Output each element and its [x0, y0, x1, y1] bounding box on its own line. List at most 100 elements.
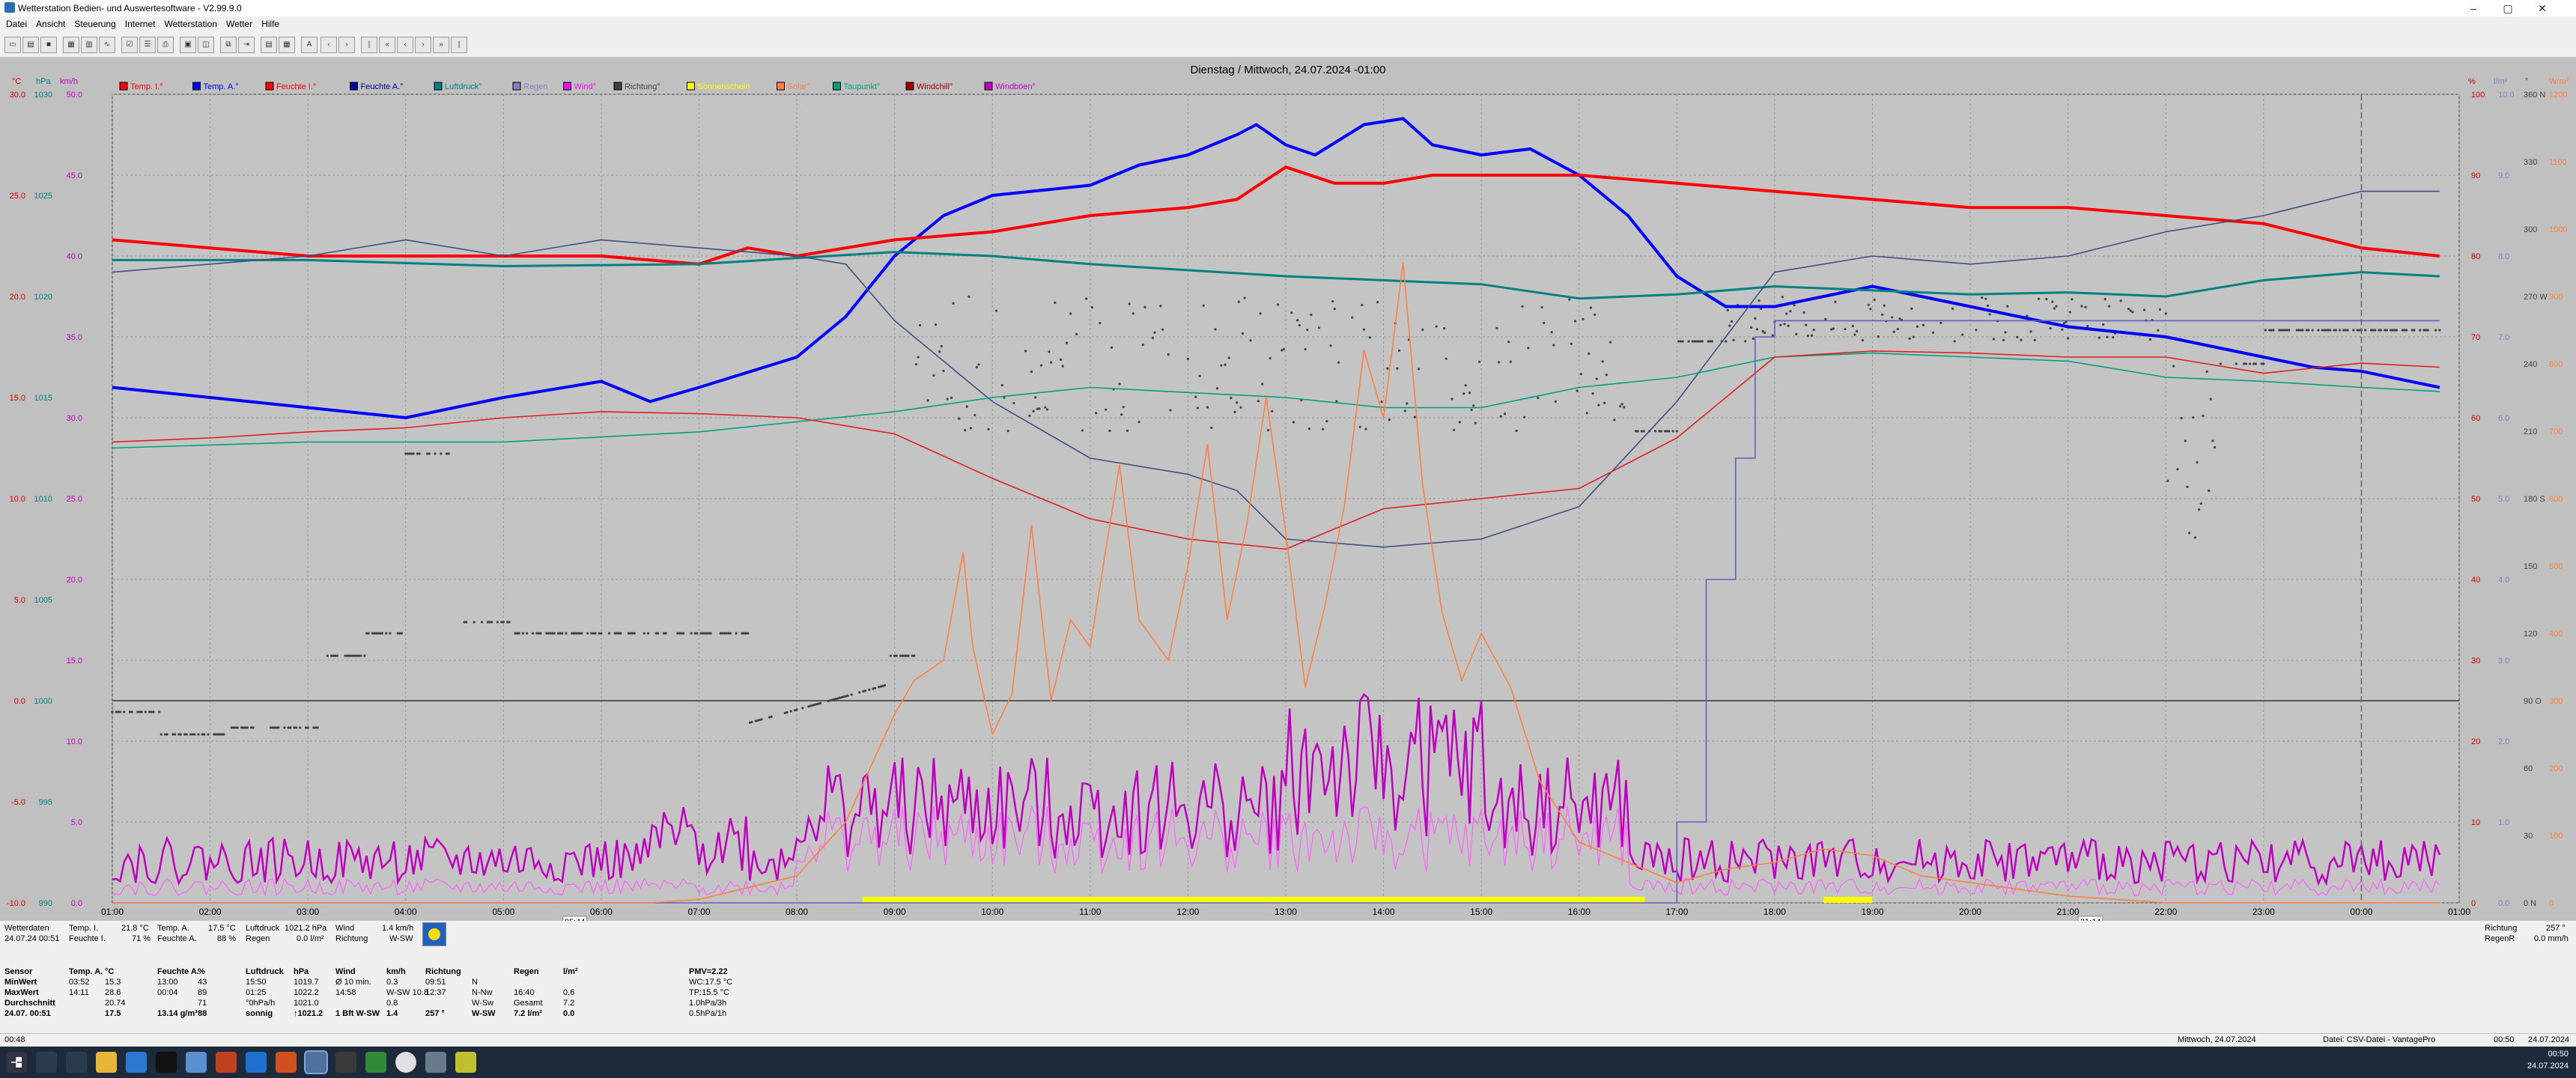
- search-icon[interactable]: [36, 1052, 57, 1073]
- calendar-icon[interactable]: ▣: [180, 37, 196, 53]
- direction-dot: [2051, 300, 2054, 303]
- next-icon[interactable]: ›: [338, 37, 355, 53]
- last-icon[interactable]: |: [451, 37, 467, 53]
- direction-dot: [1726, 308, 1729, 311]
- export-icon[interactable]: ⇥: [238, 37, 255, 53]
- menu-internet[interactable]: Internet: [125, 16, 156, 31]
- chart-view-icon[interactable]: ▤: [261, 37, 277, 53]
- prev-icon[interactable]: ‹: [321, 37, 337, 53]
- menu-datei[interactable]: Datei: [6, 16, 27, 31]
- forward-icon[interactable]: ›: [415, 37, 431, 53]
- direction-dot: [1856, 329, 1859, 332]
- direction-dot: [1000, 383, 1003, 387]
- back-icon[interactable]: ‹: [397, 37, 413, 53]
- menu-wetter[interactable]: Wetter: [226, 16, 252, 31]
- direction-dot: [2062, 322, 2066, 325]
- outlook-icon[interactable]: [246, 1052, 267, 1073]
- chrome-icon[interactable]: [395, 1052, 416, 1073]
- app-icon-g[interactable]: [455, 1052, 476, 1073]
- direction-axis-label: 150: [2524, 562, 2537, 571]
- direction-dot: [1589, 306, 1593, 309]
- split-icon[interactable]: ⧉: [220, 37, 237, 53]
- window-icon[interactable]: ◫: [198, 37, 214, 53]
- app-icon-e[interactable]: [365, 1052, 386, 1073]
- rain-axis-label: 1.0: [2498, 818, 2509, 827]
- direction-dot: [1730, 320, 1734, 323]
- direction-dot: [858, 691, 861, 694]
- legend-label: Feuchte I.°: [276, 82, 316, 91]
- direction-dot: [1781, 296, 1784, 299]
- print-icon[interactable]: ⎙: [157, 37, 174, 53]
- weather-chart[interactable]: Dienstag / Mittwoch, 24.07.2024 -01:00 Te…: [0, 57, 2576, 921]
- store-icon[interactable]: [126, 1052, 147, 1073]
- x-tick-label: 21:00: [2057, 907, 2080, 917]
- direction-dot: [1470, 408, 1473, 412]
- check-icon[interactable]: ☑: [121, 37, 138, 53]
- direction-dot: [1810, 334, 1814, 337]
- first-icon[interactable]: |: [361, 37, 377, 53]
- pressure-axis-label: 990: [39, 899, 52, 908]
- direction-dot: [2107, 305, 2111, 308]
- direction-dot: [2301, 329, 2304, 332]
- direction-dot: [1206, 406, 1209, 409]
- chart-area[interactable]: Dienstag / Mittwoch, 24.07.2024 -01:00 Te…: [0, 57, 2576, 921]
- direction-dot: [2254, 362, 2257, 365]
- grid-icon[interactable]: ▥: [81, 37, 97, 53]
- direction-dot: [1812, 329, 1815, 332]
- direction-dot: [1570, 342, 1573, 345]
- menu-hilfe[interactable]: Hilfe: [261, 16, 279, 31]
- direction-dot: [1764, 331, 1767, 335]
- direction-dot: [1233, 410, 1236, 413]
- chart-icon[interactable]: ∿: [99, 37, 115, 53]
- direction-dot: [1054, 301, 1057, 304]
- taskview-icon[interactable]: [66, 1052, 87, 1073]
- app-icon-b[interactable]: [216, 1052, 237, 1073]
- direction-dot: [1550, 330, 1553, 334]
- direction-dot: [1110, 346, 1114, 349]
- x-tick-label: 00:00: [2350, 907, 2372, 917]
- direction-dot: [1310, 313, 1313, 317]
- app-icon-c[interactable]: [276, 1052, 297, 1073]
- app-icon-f[interactable]: [425, 1052, 446, 1073]
- direction-dot: [2002, 338, 2005, 341]
- direction-dot: [252, 726, 255, 729]
- menu-ansicht[interactable]: Ansicht: [36, 16, 65, 31]
- direction-dot: [1527, 347, 1530, 350]
- direction-dot: [553, 632, 556, 635]
- x-tick-label: 14:00: [1373, 907, 1395, 917]
- direction-dot: [1468, 392, 1471, 395]
- open-icon[interactable]: ▤: [22, 37, 39, 53]
- direction-dot: [2020, 338, 2023, 341]
- table-cell: 0.0: [563, 1009, 575, 1018]
- data-view-icon[interactable]: ▦: [279, 37, 295, 53]
- save-icon[interactable]: ■: [40, 37, 57, 53]
- close-button[interactable]: ✕: [2525, 1, 2560, 15]
- direction-dot: [428, 452, 431, 455]
- start-icon[interactable]: [6, 1052, 27, 1073]
- minimize-button[interactable]: –: [2456, 1, 2491, 15]
- terminal-icon[interactable]: [156, 1052, 177, 1073]
- table-cell: 88: [198, 1009, 207, 1018]
- maximize-button[interactable]: ▢: [2491, 1, 2525, 15]
- direction-dot: [1576, 389, 1579, 392]
- font-icon[interactable]: A: [301, 37, 318, 53]
- list-icon[interactable]: ☰: [139, 37, 156, 53]
- back-far-icon[interactable]: «: [379, 37, 395, 53]
- table-icon[interactable]: ▦: [63, 37, 79, 53]
- new-icon[interactable]: ▭: [4, 37, 21, 53]
- menu-wetterstation[interactable]: Wetterstation: [164, 16, 216, 31]
- direction-dot: [2405, 329, 2408, 332]
- direction-dot: [863, 689, 867, 692]
- direction-dot: [1186, 357, 1190, 361]
- direction-dot: [934, 323, 938, 326]
- direction-dot: [1050, 361, 1053, 364]
- x-tick-label: 01:00: [2448, 907, 2470, 917]
- forward-far-icon[interactable]: »: [433, 37, 449, 53]
- direction-dot: [118, 710, 122, 713]
- direction-dot: [2016, 335, 2019, 338]
- menu-steuerung[interactable]: Steuerung: [74, 16, 115, 31]
- app-icon-d[interactable]: [335, 1052, 356, 1073]
- explorer-icon[interactable]: [96, 1052, 117, 1073]
- app-icon-a[interactable]: [186, 1052, 207, 1073]
- weather-app-icon[interactable]: [304, 1050, 328, 1074]
